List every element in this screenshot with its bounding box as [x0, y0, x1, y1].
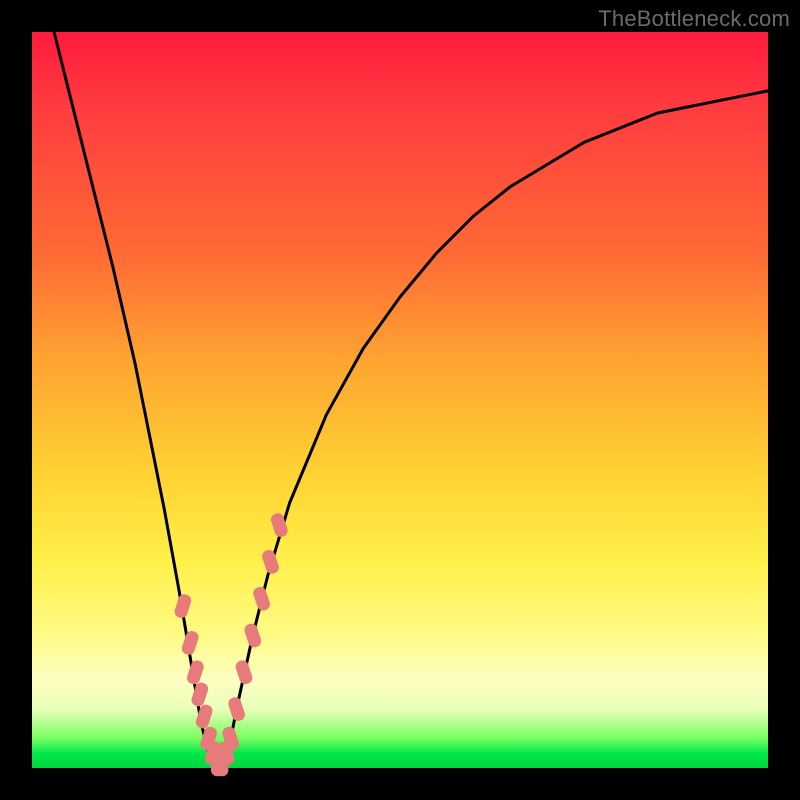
optimal-marker [261, 548, 281, 575]
watermark-label: TheBottleneck.com [598, 6, 790, 32]
optimal-marker [190, 681, 210, 708]
optimal-marker [252, 585, 272, 612]
optimal-marker [243, 622, 263, 649]
optimal-marker [180, 629, 200, 656]
optimal-marker [173, 593, 193, 620]
curve-layer [32, 32, 768, 768]
optimal-marker [227, 696, 247, 723]
optimal-marker [234, 659, 254, 686]
plot-area [32, 32, 768, 768]
chart-frame: TheBottleneck.com [0, 0, 800, 800]
optimal-marker [186, 659, 206, 686]
bottleneck-curve [54, 32, 768, 768]
